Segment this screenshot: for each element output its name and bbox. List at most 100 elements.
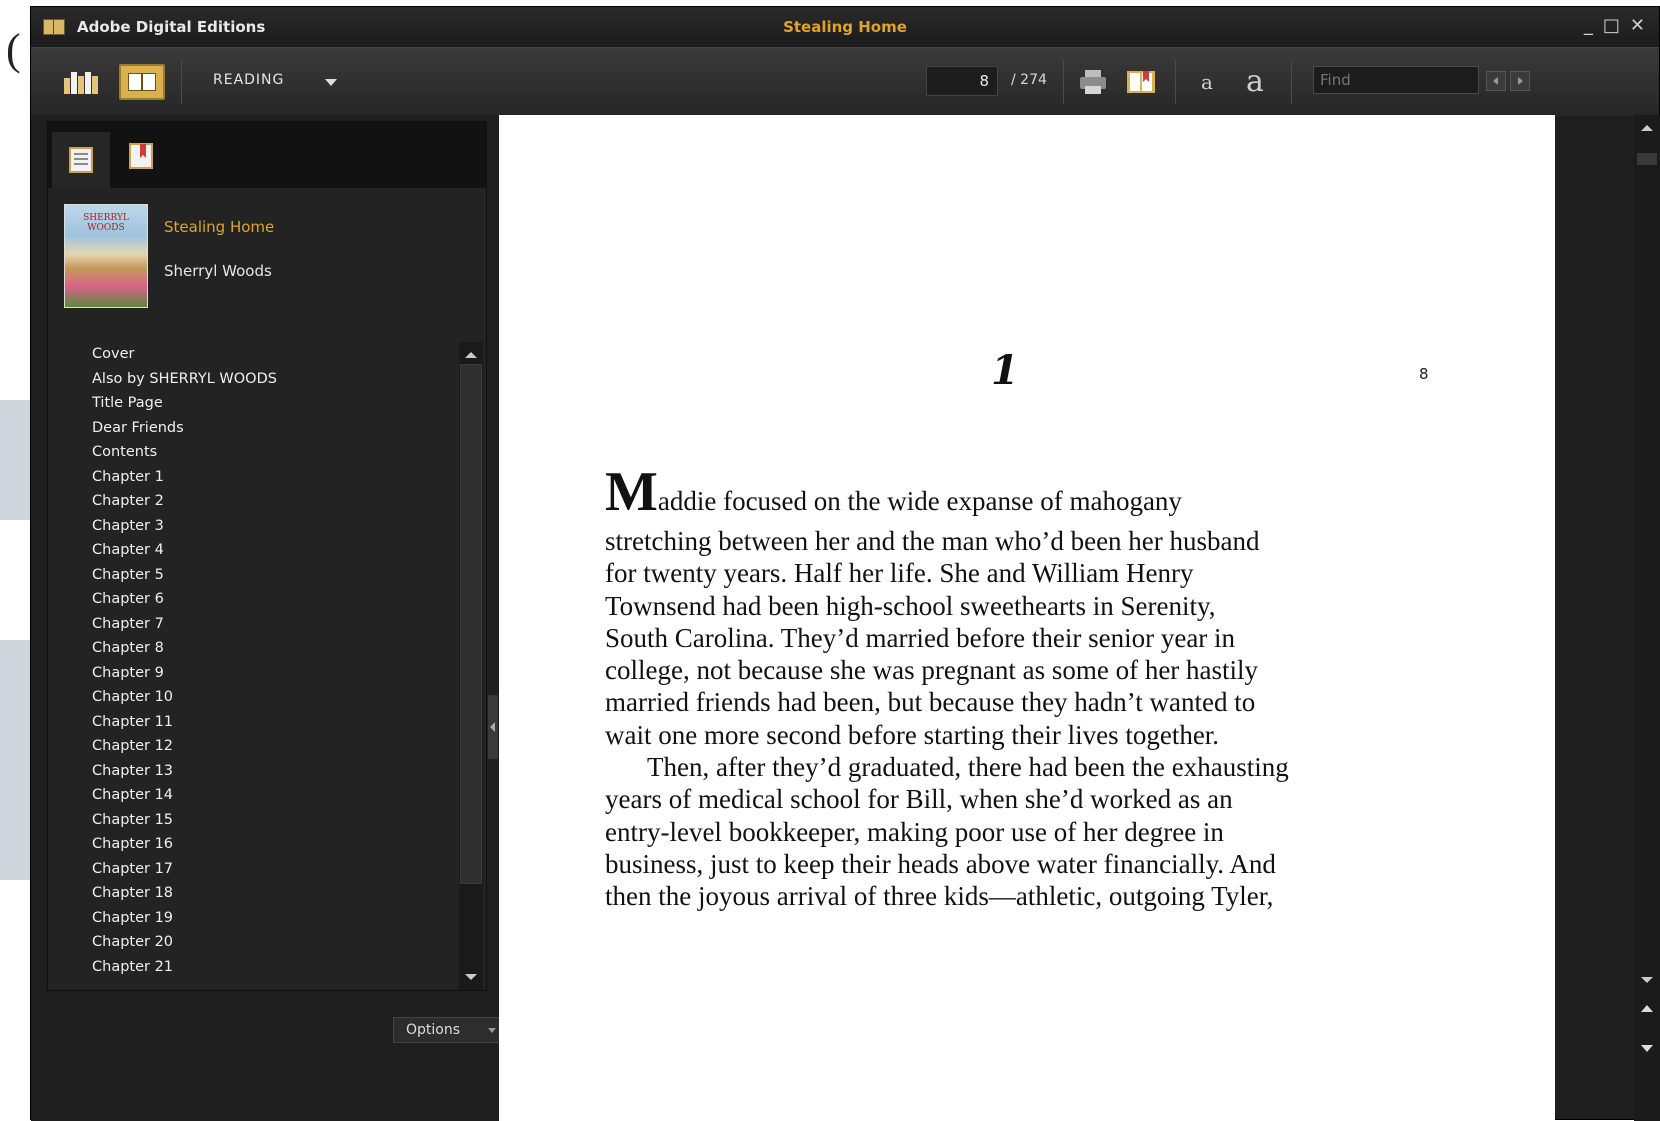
minimize-button[interactable]: _ xyxy=(1584,15,1593,36)
collapse-sidebar-handle[interactable] xyxy=(488,695,498,759)
bookmark-button[interactable] xyxy=(1123,64,1159,100)
text-line: Townsend had been high-school sweetheart… xyxy=(605,590,1216,621)
text-line: stretching between her and the man who’d… xyxy=(605,526,1260,556)
reading-view-button[interactable] xyxy=(119,64,165,100)
maximize-button[interactable]: □ xyxy=(1603,15,1620,36)
toc-item[interactable]: Contents xyxy=(92,440,452,465)
library-view-button[interactable] xyxy=(61,64,107,100)
book-author: Sherryl Woods xyxy=(164,262,272,280)
sidebar: SHERRYL WOODS Stealing Home Sherryl Woods… xyxy=(31,115,507,1121)
toc-item[interactable]: Chapter 14 xyxy=(92,783,452,808)
text-line: business, just to keep their heads above… xyxy=(605,848,1276,879)
toc-item[interactable]: Chapter 1 xyxy=(92,465,452,490)
chapter-number: 1 xyxy=(991,347,1019,394)
navigation-panel: SHERRYL WOODS Stealing Home Sherryl Woods… xyxy=(47,121,487,991)
toc-item[interactable]: Chapter 17 xyxy=(92,857,452,882)
find-previous-icon xyxy=(1493,77,1498,85)
options-button[interactable]: Options xyxy=(393,1017,507,1043)
chevron-down-icon[interactable] xyxy=(325,79,337,86)
text-line: Maddie focused on the wide expanse of ma… xyxy=(605,464,1425,533)
document-title: Stealing Home xyxy=(783,18,907,36)
page-total: / 274 xyxy=(1011,72,1047,88)
toolbar-divider xyxy=(1291,60,1292,104)
toc-item[interactable]: Also by SHERRYL WOODS xyxy=(92,367,452,392)
app-book-icon xyxy=(43,19,65,35)
scroll-down-icon[interactable] xyxy=(1641,977,1653,983)
toc-item[interactable]: Title Page xyxy=(92,391,452,416)
text-line-content: addie focused on the wide expanse of mah… xyxy=(657,486,1182,516)
toc-item[interactable]: Chapter 6 xyxy=(92,587,452,612)
chevron-down-icon xyxy=(488,1028,496,1033)
toc-item[interactable]: Chapter 20 xyxy=(92,930,452,955)
print-icon xyxy=(1080,70,1106,94)
chapter-text: Maddie focused on the wide expanse of ma… xyxy=(605,464,1425,913)
toolbar-divider xyxy=(1175,60,1176,104)
toc-item[interactable]: Chapter 12 xyxy=(92,734,452,759)
options-label: Options xyxy=(406,1022,461,1038)
toolbar-divider xyxy=(1063,60,1064,104)
toc-scrollbar[interactable] xyxy=(459,342,483,990)
text-line: then the joyous arrival of three kids—at… xyxy=(605,881,1274,912)
sidebar-tabbar xyxy=(48,122,486,188)
app-window: Adobe Digital Editions Stealing Home _ □… xyxy=(30,6,1660,1121)
toolbar-divider xyxy=(181,60,182,104)
toc-item[interactable]: Chapter 13 xyxy=(92,759,452,784)
toc-item[interactable]: Chapter 11 xyxy=(92,710,452,735)
increase-font-button[interactable]: a xyxy=(1235,64,1275,100)
text-line: wait one more second before starting the… xyxy=(605,719,1220,750)
book-title[interactable]: Stealing Home xyxy=(164,218,274,236)
find-input[interactable] xyxy=(1313,66,1479,94)
toc-item[interactable]: Chapter 15 xyxy=(92,808,452,833)
bookmarks-icon xyxy=(129,143,153,169)
page-scrollbar[interactable] xyxy=(1634,115,1660,1121)
page-scroll-thumb[interactable] xyxy=(1637,153,1657,165)
text-line: Then, after they’d graduated, there had … xyxy=(647,752,1289,783)
text-line: for twenty years. Half her life. She and… xyxy=(605,558,1194,589)
find-previous-button[interactable] xyxy=(1486,71,1506,91)
close-button[interactable]: ✕ xyxy=(1630,15,1645,36)
page-number: 8 xyxy=(1419,365,1429,383)
text-line: college, not because she was pregnant as… xyxy=(605,655,1259,686)
toc-item[interactable]: Chapter 8 xyxy=(92,636,452,661)
scroll-up-icon[interactable] xyxy=(1641,125,1653,131)
toc-item[interactable]: Chapter 4 xyxy=(92,538,452,563)
toolbar: READING / 274 a a xyxy=(31,47,1659,116)
scroll-down-icon[interactable] xyxy=(465,974,477,980)
tab-bookmarks[interactable] xyxy=(112,132,170,188)
scroll-up-icon[interactable] xyxy=(465,352,477,358)
toc-item[interactable]: Chapter 3 xyxy=(92,514,452,539)
toc-item[interactable]: Chapter 16 xyxy=(92,832,452,857)
find-next-button[interactable] xyxy=(1510,71,1530,91)
previous-page-icon[interactable] xyxy=(1641,1005,1653,1012)
toc-item[interactable]: Chapter 2 xyxy=(92,489,452,514)
toc-item[interactable]: Chapter 9 xyxy=(92,661,452,686)
toc-item[interactable]: Chapter 7 xyxy=(92,612,452,637)
book-cover-image[interactable]: SHERRYL WOODS xyxy=(64,204,148,308)
library-view-icon xyxy=(64,72,98,94)
drop-cap: M xyxy=(605,461,658,523)
title-bar: Adobe Digital Editions Stealing Home _ □… xyxy=(31,7,1659,47)
toc-item[interactable]: Chapter 18 xyxy=(92,881,452,906)
toc-item[interactable]: Chapter 10 xyxy=(92,685,452,710)
bookmark-icon xyxy=(1127,71,1155,93)
tab-table-of-contents[interactable] xyxy=(52,132,110,188)
text-line: entry-level bookkeeper, making poor use … xyxy=(605,816,1224,847)
text-line: South Carolina. They’d married before th… xyxy=(605,622,1236,653)
next-page-icon[interactable] xyxy=(1641,1045,1653,1052)
toc-item[interactable]: Chapter 21 xyxy=(92,955,452,980)
print-button[interactable] xyxy=(1075,64,1111,100)
reading-page[interactable]: 1 8 Maddie focused on the wide expanse o… xyxy=(499,115,1555,1121)
toc-item[interactable]: Chapter 19 xyxy=(92,906,452,931)
page-number-input[interactable] xyxy=(926,66,998,96)
toc-scroll-thumb[interactable] xyxy=(460,364,482,884)
toc-item[interactable]: Dear Friends xyxy=(92,416,452,441)
background-glyph: ( xyxy=(6,25,21,74)
view-mode-label[interactable]: READING xyxy=(213,72,284,88)
text-line: married friends had been, but because th… xyxy=(605,687,1256,718)
toc-item[interactable]: Chapter 5 xyxy=(92,563,452,588)
background-strip xyxy=(0,400,30,520)
decrease-font-button[interactable]: a xyxy=(1187,64,1227,100)
toc-item[interactable]: Cover xyxy=(92,342,452,367)
window-controls: _ □ ✕ xyxy=(1584,15,1645,36)
background-strip xyxy=(0,640,30,880)
